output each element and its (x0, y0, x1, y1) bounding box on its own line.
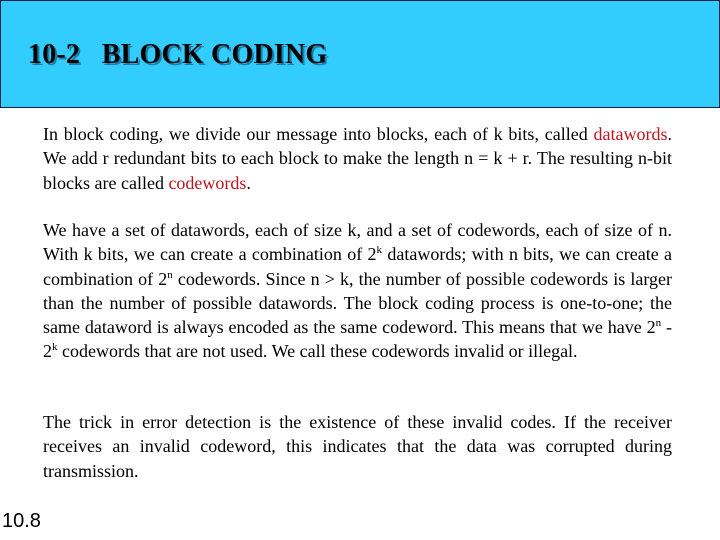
text-run: In block coding, we divide our message i… (43, 124, 594, 144)
term-codewords: codewords (168, 172, 247, 193)
paragraph-block-coding-definition: In block coding, we divide our message i… (43, 122, 672, 195)
text-run: . (246, 172, 251, 193)
term-datawords: datawords (593, 124, 668, 144)
page-number: 10.8 (2, 510, 41, 532)
paragraph-error-detection: The trick in error detection is the exis… (43, 412, 672, 481)
paragraph-datawords-codewords: We have a set of datawords, each of size… (43, 218, 672, 364)
slide-title: 10-2 BLOCK CODING (28, 39, 328, 70)
title-banner: 10-2 BLOCK CODING (0, 0, 720, 108)
text-run: codewords that are not used. We call the… (57, 341, 578, 362)
